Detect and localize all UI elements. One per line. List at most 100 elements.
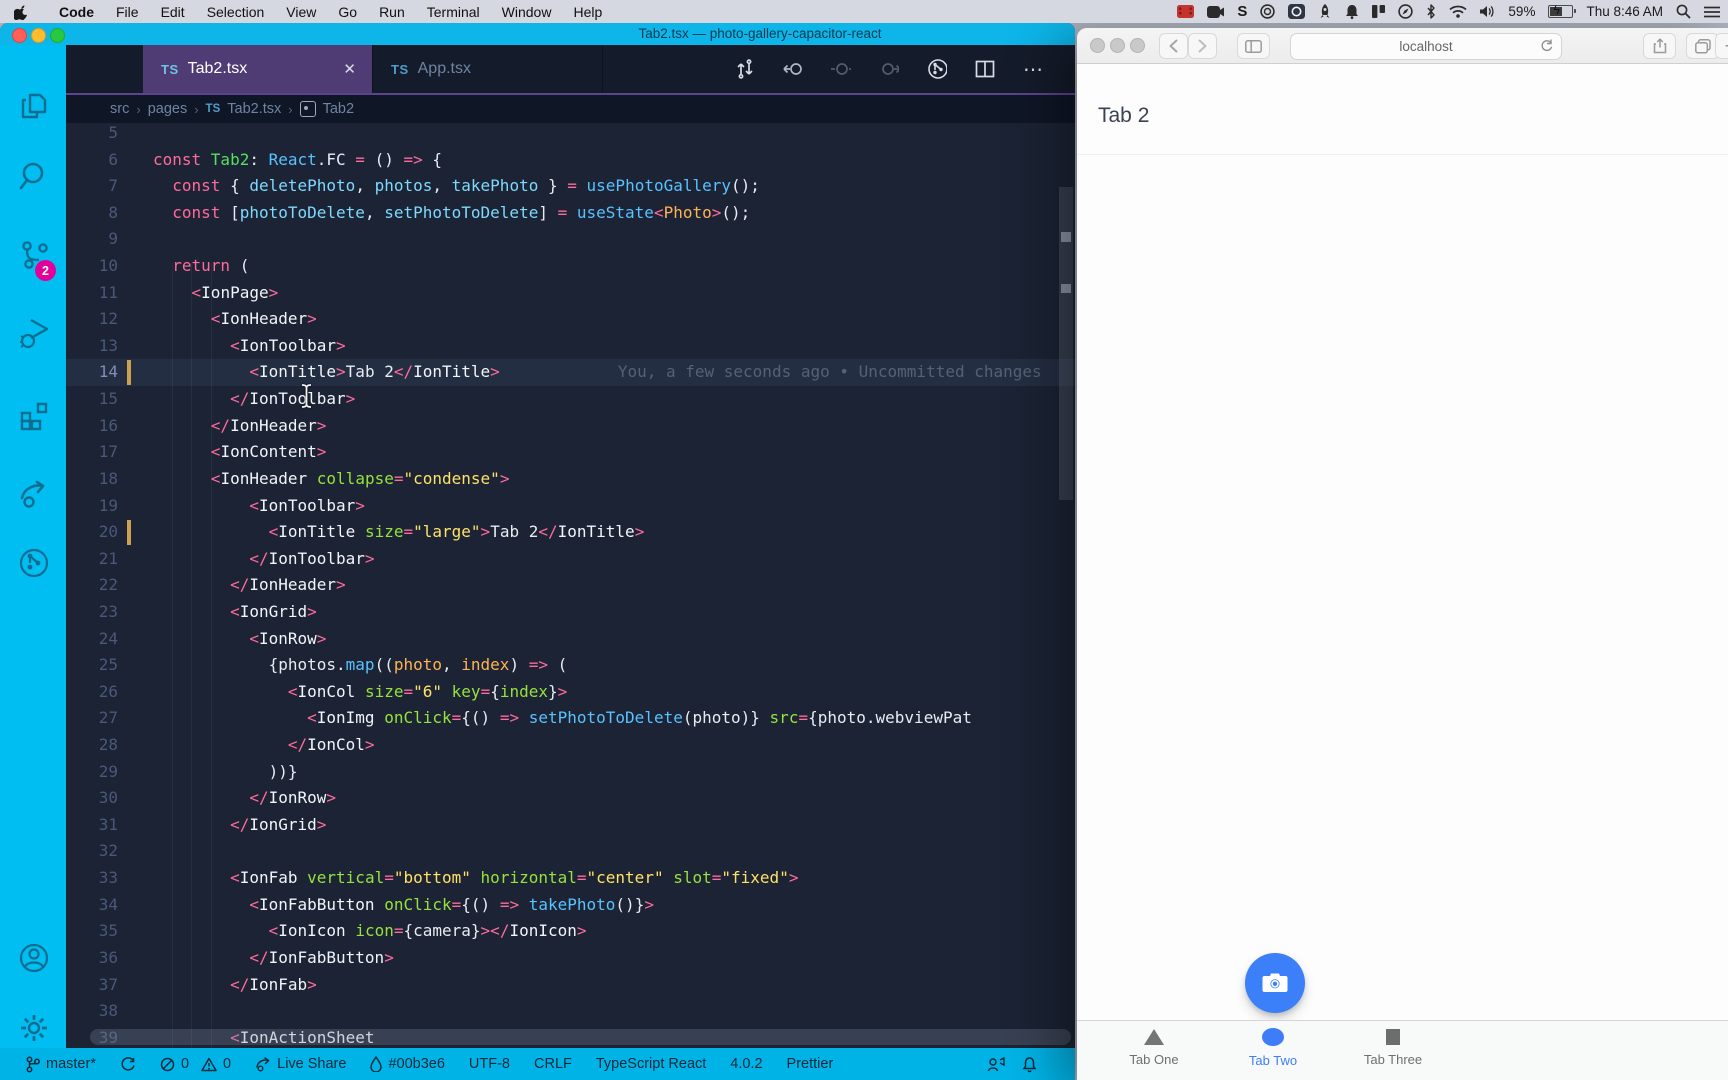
code-line[interactable]: 13 <IonToolbar> bbox=[66, 333, 1075, 360]
close-window-button[interactable] bbox=[12, 28, 27, 43]
forward-button[interactable] bbox=[1188, 33, 1217, 59]
line-number[interactable]: 38 bbox=[66, 998, 118, 1025]
menu-selection[interactable]: Selection bbox=[196, 0, 276, 23]
line-number[interactable]: 37 bbox=[66, 972, 118, 999]
line-number[interactable]: 27 bbox=[66, 705, 118, 732]
code-line[interactable]: 10 return ( bbox=[66, 253, 1075, 280]
encoding-item[interactable]: UTF-8 bbox=[457, 1048, 522, 1080]
sync-button[interactable] bbox=[108, 1048, 148, 1080]
close-tab-icon[interactable]: ✕ bbox=[325, 60, 356, 78]
code-line[interactable]: 31 </IonGrid> bbox=[66, 812, 1075, 839]
code-line[interactable]: 37 </IonFab> bbox=[66, 972, 1075, 999]
line-number[interactable]: 16 bbox=[66, 413, 118, 440]
feedback-icon[interactable] bbox=[987, 1056, 1006, 1073]
code-line[interactable]: 23 <IonGrid> bbox=[66, 599, 1075, 626]
code-line[interactable]: 17 <IonContent> bbox=[66, 439, 1075, 466]
line-number[interactable]: 35 bbox=[66, 918, 118, 945]
search-icon[interactable] bbox=[17, 159, 51, 193]
account-icon[interactable] bbox=[17, 941, 51, 975]
line-number[interactable]: 20 bbox=[66, 519, 118, 546]
next-change-icon[interactable] bbox=[879, 59, 899, 79]
explorer-icon[interactable] bbox=[17, 89, 51, 123]
menu-window[interactable]: Window bbox=[491, 0, 563, 23]
bell-icon[interactable] bbox=[1345, 4, 1359, 20]
tab-three-button[interactable]: Tab Three bbox=[1338, 1029, 1448, 1067]
code-line[interactable]: 12 <IonHeader> bbox=[66, 306, 1075, 333]
line-number[interactable]: 21 bbox=[66, 546, 118, 573]
line-number[interactable]: 32 bbox=[66, 838, 118, 865]
line-number[interactable]: 30 bbox=[66, 785, 118, 812]
menu-go[interactable]: Go bbox=[327, 0, 368, 23]
previous-change-icon[interactable] bbox=[783, 59, 803, 79]
settings-gear-icon[interactable] bbox=[17, 1011, 51, 1045]
git-branch-item[interactable]: master* bbox=[14, 1048, 108, 1080]
take-photo-fab-button[interactable] bbox=[1245, 953, 1305, 1013]
camera-icon[interactable] bbox=[1207, 4, 1225, 20]
zoom-window-button[interactable] bbox=[1130, 38, 1145, 53]
menu-app-name[interactable]: Code bbox=[48, 0, 105, 23]
bluetooth-icon[interactable] bbox=[1426, 4, 1436, 20]
line-number[interactable]: 8 bbox=[66, 200, 118, 227]
code-line[interactable]: 22 </IonHeader> bbox=[66, 572, 1075, 599]
menu-view[interactable]: View bbox=[275, 0, 327, 23]
code-line[interactable]: 19 <IonToolbar> bbox=[66, 493, 1075, 520]
line-number[interactable]: 9 bbox=[66, 226, 118, 253]
line-number[interactable]: 19 bbox=[66, 493, 118, 520]
extensions-icon[interactable] bbox=[17, 399, 51, 433]
line-number[interactable]: 31 bbox=[66, 812, 118, 839]
line-number[interactable]: 26 bbox=[66, 679, 118, 706]
menu-clock[interactable]: Thu 8:46 AM bbox=[1586, 4, 1663, 19]
code-line[interactable]: 28 </IonCol> bbox=[66, 732, 1075, 759]
code-line[interactable]: 16 </IonHeader> bbox=[66, 413, 1075, 440]
line-number[interactable]: 14 bbox=[66, 359, 118, 386]
tab-two-button[interactable]: Tab Two bbox=[1218, 1028, 1328, 1068]
code-line[interactable]: 15 </IonToolbar> bbox=[66, 386, 1075, 413]
line-number[interactable]: 23 bbox=[66, 599, 118, 626]
gitlens-icon[interactable] bbox=[17, 546, 51, 580]
code-line[interactable]: 7 const { deletePhoto, photos, takePhoto… bbox=[66, 173, 1075, 200]
line-number[interactable]: 36 bbox=[66, 945, 118, 972]
menu-edit[interactable]: Edit bbox=[150, 0, 196, 23]
ts-version-item[interactable]: 4.0.2 bbox=[718, 1048, 774, 1080]
line-number[interactable]: 24 bbox=[66, 626, 118, 653]
open-changes-icon[interactable] bbox=[735, 59, 755, 79]
tab-app-tsx[interactable]: TS App.tsx bbox=[373, 45, 603, 93]
notifications-bell-icon[interactable] bbox=[1022, 1056, 1037, 1073]
line-number[interactable]: 25 bbox=[66, 652, 118, 679]
line-number[interactable]: 15 bbox=[66, 386, 118, 413]
line-number[interactable]: 17 bbox=[66, 439, 118, 466]
line-number[interactable]: 7 bbox=[66, 173, 118, 200]
breadcrumb-src[interactable]: src bbox=[110, 101, 129, 117]
code-line[interactable]: 24 <IonRow> bbox=[66, 626, 1075, 653]
live-share-icon[interactable] bbox=[17, 476, 51, 510]
menu-terminal[interactable]: Terminal bbox=[416, 0, 491, 23]
vscode-titlebar[interactable]: Tab2.tsx — photo-gallery-capacitor-react bbox=[0, 23, 1075, 45]
line-number[interactable]: 13 bbox=[66, 333, 118, 360]
code-editor[interactable]: 5 6 const Tab2: React.FC = () => {7 const … bbox=[66, 123, 1075, 1048]
code-line[interactable]: 14 <IonTitle>Tab 2</IonTitle> You, a few … bbox=[66, 359, 1075, 387]
menu-run[interactable]: Run bbox=[368, 0, 416, 23]
line-number[interactable]: 33 bbox=[66, 865, 118, 892]
tab-tab2-tsx[interactable]: TS Tab2.tsx ✕ bbox=[143, 45, 373, 93]
line-number[interactable]: 18 bbox=[66, 466, 118, 493]
s-app-icon[interactable]: S bbox=[1237, 3, 1247, 20]
code-line[interactable]: 20 <IonTitle size="large">Tab 2</IonTitl… bbox=[66, 519, 1075, 546]
code-line[interactable]: 29 ))} bbox=[66, 759, 1075, 786]
menu-list-icon[interactable] bbox=[1704, 4, 1720, 20]
line-number[interactable]: 29 bbox=[66, 759, 118, 786]
breadcrumb-pages[interactable]: pages bbox=[148, 101, 188, 117]
code-line[interactable]: 6 const Tab2: React.FC = () => { bbox=[66, 147, 1075, 174]
new-tab-button[interactable]: + bbox=[1715, 33, 1728, 59]
code-line[interactable]: 9 bbox=[66, 226, 1075, 253]
sidebar-button[interactable] bbox=[1237, 33, 1270, 59]
formatter-item[interactable]: Prettier bbox=[775, 1048, 846, 1080]
code-line[interactable]: 25 {photos.map((photo, index) => ( bbox=[66, 652, 1075, 679]
run-debug-icon[interactable] bbox=[17, 316, 51, 350]
breadcrumb-symbol[interactable]: Tab2 bbox=[323, 101, 354, 117]
code-line[interactable]: 30 </IonRow> bbox=[66, 785, 1075, 812]
address-bar[interactable]: localhost bbox=[1290, 33, 1562, 60]
minimize-window-button[interactable] bbox=[31, 28, 46, 43]
line-number[interactable]: 12 bbox=[66, 306, 118, 333]
tiles-icon[interactable] bbox=[1372, 4, 1386, 20]
eol-item[interactable]: CRLF bbox=[522, 1048, 584, 1080]
